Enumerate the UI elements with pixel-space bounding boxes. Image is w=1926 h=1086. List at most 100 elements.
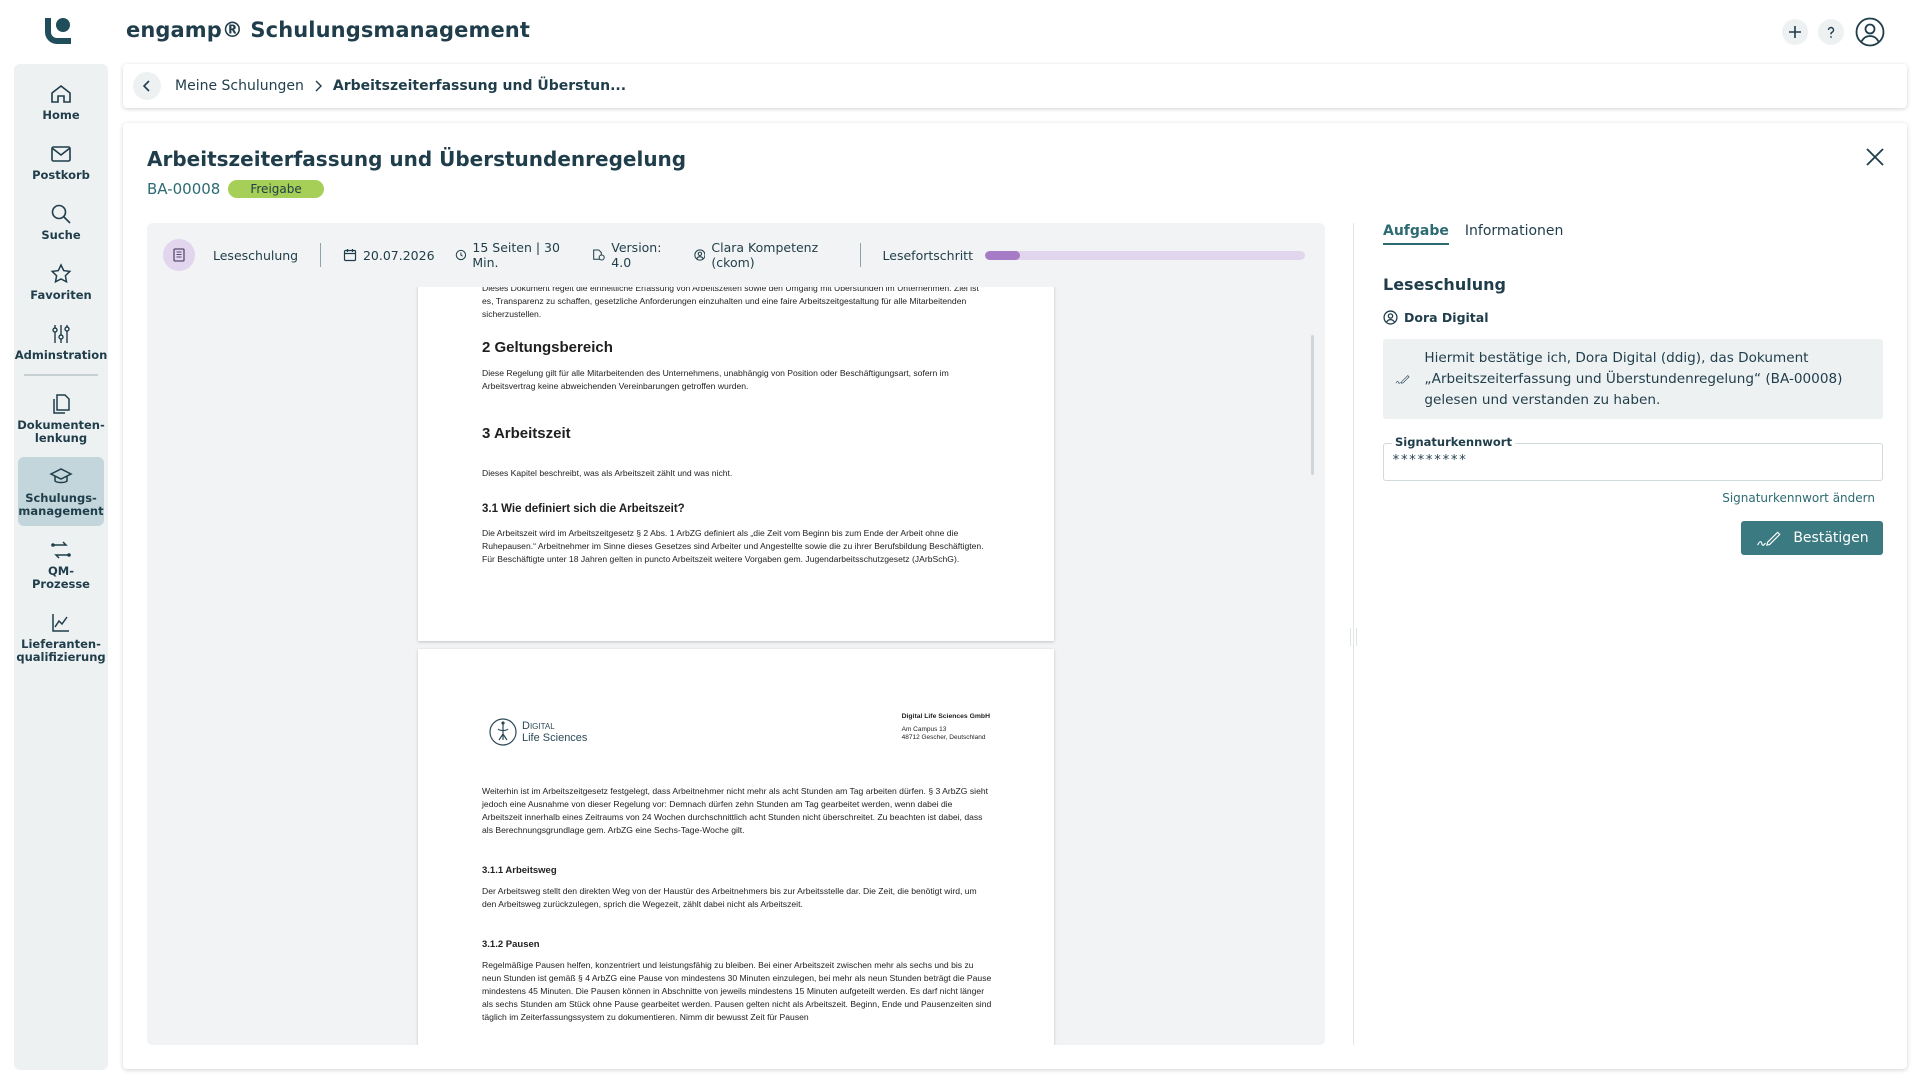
sidebar-item-label: Favoriten [30,288,92,302]
assignee: Dora Digital [1383,310,1883,325]
training-type: Leseschulung [213,247,299,263]
company-street: Am Campus 13 [901,726,947,733]
logo-line-2: Life Sciences [522,732,588,744]
page-title: Arbeitszeiterfassung und Überstundenrege… [147,147,687,171]
supplier-chart-icon [52,614,69,632]
sidebar-item-label: Dokumenten- lenkung [17,418,105,445]
process-icon [51,541,71,559]
user-circle-icon [1383,310,1398,325]
tab-informationen[interactable]: Informationen [1465,223,1564,245]
digital-life-sciences-logo: Digital Life Sciences [488,717,587,747]
logo-line-1: Digital [522,720,555,732]
version-icon [592,249,605,261]
sidebar-item-dokumentenlenkung[interactable]: Dokumenten- lenkung [17,384,105,453]
user-menu-button[interactable] [1854,16,1886,48]
signature-password-input[interactable] [1392,453,1872,468]
sidebar-item-postkorb[interactable]: Postkorb [18,134,104,190]
breadcrumb-link-meine-schulungen[interactable]: Meine Schulungen [175,78,304,94]
training-detail-panel: Arbeitszeiterfassung und Überstundenrege… [123,123,1907,1069]
document-meta: BA-00008 Freigabe [147,180,324,198]
page-paragraph: Diese Regelung gilt für alle Mitarbeiten… [482,368,949,391]
help-button[interactable] [1818,19,1844,45]
signature-icon [1395,375,1410,384]
documents-icon [53,394,70,414]
sidebar-item-schulungsmanagement[interactable]: Schulungs- management [18,457,104,526]
document-author: Clara Kompetenz (ckom) [711,240,819,270]
page-paragraph: Weiterhin ist im Arbeitszeitgesetz festg… [482,786,989,835]
home-icon [51,84,71,103]
task-tabs: Aufgabe Informationen [1383,223,1883,245]
page-paragraph: Der Arbeitsweg stellt den direkten Weg v… [482,886,977,909]
tab-aufgabe[interactable]: Aufgabe [1383,223,1449,245]
document-version: Version: 4.0 [611,240,662,270]
page-paragraph: Dieses Kapitel beschreibt, was als Arbei… [482,468,733,478]
reading-icon [163,239,195,271]
sidebar-item-administration[interactable]: Adminstration [15,314,107,370]
document-viewer: Leseschulung 20.07.2026 15 Seiten | 30 M… [147,223,1325,1045]
confirmation-box: Hiermit bestätige ich, Dora Digital (ddi… [1383,339,1883,419]
viewer-scrollbar[interactable] [1311,335,1314,475]
document-pages[interactable]: Dieses Dokument regelt die einheitliche … [147,287,1325,1045]
sliders-icon [52,325,70,343]
top-bar: engamp® Schulungsmanagement [0,0,1926,62]
sidebar-item-favoriten[interactable]: Favoriten [18,254,104,310]
page-subheading: 3.1 Wie definiert sich die Arbeitszeit? [482,503,685,515]
sidebar-item-suche[interactable]: Suche [18,194,104,250]
page-paragraph: Dieses Dokument regelt die einheitliche … [482,287,979,319]
confirm-button-label: Bestätigen [1793,530,1869,546]
sidebar-item-label: Home [42,108,80,122]
company-address: Digital Life Sciences GmbH Am Campus 13 … [902,713,990,742]
sidebar-item-label: Suche [41,228,81,242]
training-length: 15 Seiten | 30 Min. [472,240,560,270]
sidebar-item-label: Schulungs- management [18,491,104,518]
back-button[interactable] [133,72,161,100]
signature-password-field: Signaturkennwort [1383,435,1883,481]
star-icon [50,263,72,284]
app-title: engamp® Schulungsmanagement [126,18,530,42]
breadcrumb-current: Arbeitszeiterfassung und Überstun... [332,78,627,94]
reading-progress-bar [984,250,1305,260]
resize-handle[interactable] [1350,628,1357,646]
status-badge: Freigabe [228,180,324,198]
training-date: 20.07.2026 [362,247,435,263]
breadcrumb: Meine Schulungen Arbeitszeiterfassung un… [123,64,1907,108]
password-label: Signaturkennwort [1392,435,1515,449]
user-circle-icon [693,249,706,261]
page-subheading: 3.1.1 Arbeitsweg [482,865,557,876]
search-icon [51,204,71,224]
mail-icon [51,146,71,162]
sidebar-item-lieferantenqualifizierung[interactable]: Lieferanten- qualifizierung [16,603,106,672]
calendar-icon [343,249,357,262]
document-page: Digital Life Sciences Digital Life Scien… [418,649,1054,1045]
sidebar: Home Postkorb Suche Favoriten Adminstrat… [14,64,108,1070]
task-heading: Leseschulung [1383,275,1506,294]
reading-progress-fill [984,250,1021,260]
engamp-logo[interactable] [42,16,74,46]
change-password-link[interactable]: Signaturkennwort ändern [1383,491,1883,505]
assignee-name: Dora Digital [1404,310,1489,325]
clock-icon [455,249,466,261]
progress-label: Lesefortschritt [882,247,973,263]
page-heading: 3 Arbeitszeit [482,425,571,442]
graduation-cap-icon [49,468,73,484]
chevron-left-icon [142,80,150,92]
company-name: Digital Life Sciences GmbH [901,713,990,720]
close-icon[interactable] [1863,145,1887,169]
task-panel: Aufgabe Informationen Leseschulung Dora … [1383,223,1883,555]
document-page: Dieses Dokument regelt die einheitliche … [418,287,1054,641]
sidebar-item-label: Postkorb [32,168,90,182]
chevron-right-icon [314,80,323,92]
document-id: BA-00008 [147,180,221,198]
confirm-button[interactable]: Bestätigen [1741,521,1883,555]
question-icon [1827,26,1835,38]
sidebar-item-home[interactable]: Home [18,74,104,130]
toolbar-divider [320,243,321,267]
toolbar-divider [859,243,861,267]
plus-icon [1789,26,1801,38]
page-heading: 2 Geltungsbereich [482,339,613,356]
page-subheading: 3.1.2 Pausen [482,939,540,950]
sidebar-divider [24,374,98,376]
sidebar-item-qm-prozesse[interactable]: QM-Prozesse [18,530,104,599]
user-icon [1855,17,1885,47]
add-button[interactable] [1782,19,1808,45]
